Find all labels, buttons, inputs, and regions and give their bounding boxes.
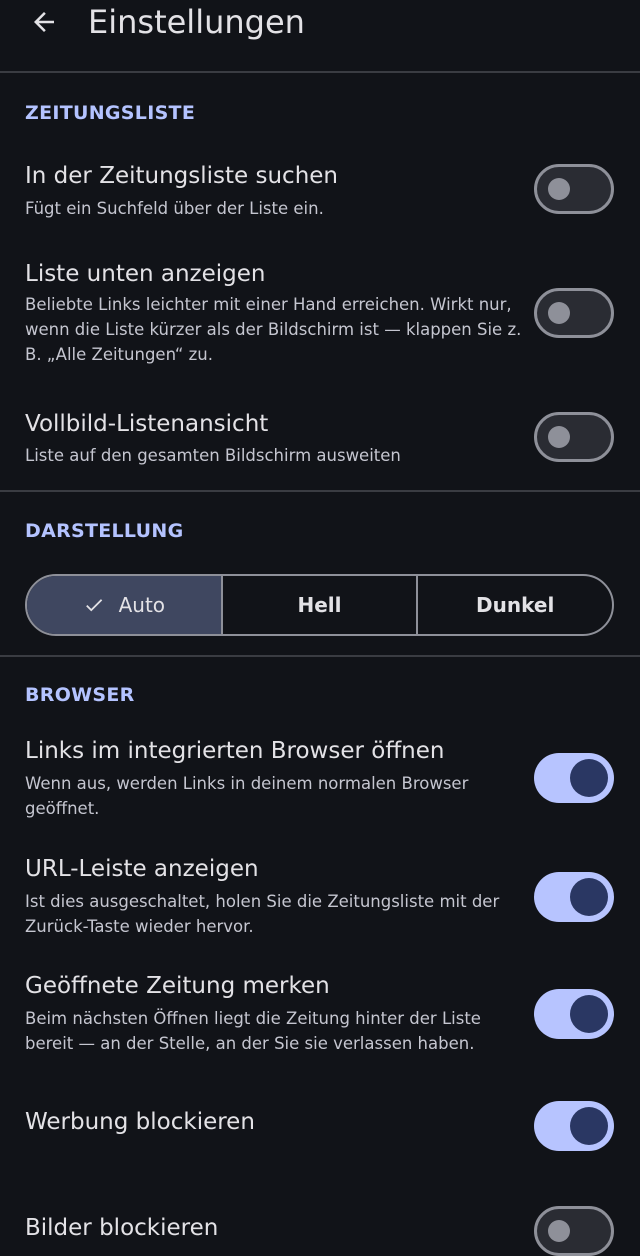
fullscreen-list-switch[interactable] (534, 412, 614, 462)
setting-description: Liste auf den gesamten Bildschirm auswei… (25, 446, 401, 465)
divider (0, 655, 640, 657)
url-bar-switch[interactable] (534, 872, 614, 922)
section-header-appearance: DARSTELLUNG (25, 520, 184, 542)
setting-description: Wenn aus, werden Links in deinem normale… (25, 774, 469, 818)
setting-title: Vollbild-Listenansicht (25, 411, 269, 437)
top-app-bar: Einstellungen (0, 0, 640, 72)
theme-segmented-control: Auto Hell Dunkel (25, 574, 614, 636)
switch-thumb (548, 178, 570, 200)
setting-title: Bilder blockieren (25, 1215, 219, 1241)
setting-description: Beliebte Links leichter mit einer Hand e… (25, 295, 522, 364)
setting-block-ads[interactable]: Werbung blockieren (0, 1100, 640, 1152)
setting-description: Ist dies ausgeschaltet, holen Sie die Ze… (25, 892, 500, 936)
remember-paper-switch[interactable] (534, 989, 614, 1039)
section-header-newspaper-list: ZEITUNGSLISTE (25, 102, 196, 124)
section-header-browser: BROWSER (25, 684, 135, 706)
theme-option-label: Auto (118, 593, 166, 617)
setting-list-bottom[interactable]: Liste unten anzeigen Beliebte Links leic… (0, 259, 640, 371)
switch-thumb (548, 1220, 570, 1242)
setting-title: In der Zeitungsliste suchen (25, 163, 338, 189)
arrow-back-icon (34, 12, 54, 32)
theme-option-dark[interactable]: Dunkel (416, 576, 612, 634)
setting-title: Geöffnete Zeitung merken (25, 973, 330, 999)
setting-title: Links im integrierten Browser öffnen (25, 738, 445, 764)
switch-thumb (548, 426, 570, 448)
setting-search-list[interactable]: In der Zeitungsliste suchen Fügt ein Suc… (0, 160, 640, 230)
setting-internal-browser[interactable]: Links im integrierten Browser öffnen Wen… (0, 737, 640, 825)
theme-option-light[interactable]: Hell (220, 576, 417, 634)
switch-thumb (570, 995, 608, 1033)
internal-browser-switch[interactable] (534, 753, 614, 803)
theme-option-label: Dunkel (476, 593, 555, 617)
divider (0, 490, 640, 492)
block-images-switch[interactable] (534, 1206, 614, 1256)
setting-title: Werbung blockieren (25, 1109, 255, 1135)
switch-thumb (548, 302, 570, 324)
theme-option-label: Hell (297, 593, 342, 617)
setting-title: Liste unten anzeigen (25, 261, 266, 287)
setting-remember-paper[interactable]: Geöffnete Zeitung merken Beim nächsten Ö… (0, 973, 640, 1061)
back-button[interactable] (26, 4, 62, 40)
setting-fullscreen-list[interactable]: Vollbild-Listenansicht Liste auf den ges… (0, 408, 640, 472)
block-ads-switch[interactable] (534, 1101, 614, 1151)
page-title: Einstellungen (88, 3, 305, 41)
list-bottom-switch[interactable] (534, 288, 614, 338)
theme-option-auto[interactable]: Auto (27, 576, 221, 634)
search-list-switch[interactable] (534, 164, 614, 214)
setting-block-images[interactable]: Bilder blockieren (0, 1206, 640, 1256)
setting-description: Fügt ein Suchfeld über der Liste ein. (25, 199, 324, 218)
switch-thumb (570, 878, 608, 916)
divider (0, 71, 640, 73)
setting-url-bar[interactable]: URL-Leiste anzeigen Ist dies ausgeschalt… (0, 856, 640, 944)
switch-thumb (570, 1107, 608, 1145)
switch-thumb (570, 759, 608, 797)
setting-description: Beim nächsten Öffnen liegt die Zeitung h… (25, 1009, 481, 1053)
setting-title: URL-Leiste anzeigen (25, 856, 259, 882)
check-icon (85, 599, 102, 612)
